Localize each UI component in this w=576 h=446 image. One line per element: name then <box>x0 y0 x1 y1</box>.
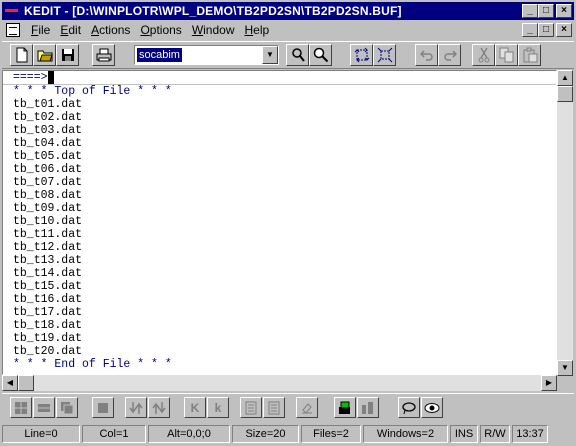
move-lines-down-icon[interactable] <box>125 397 147 418</box>
file-line[interactable]: tb_t11.dat <box>3 228 556 241</box>
left-margin-icon[interactable] <box>240 397 262 418</box>
document-window-controls: _ □ × <box>522 23 572 37</box>
zoom-icon[interactable] <box>309 44 332 66</box>
text-edit-area[interactable]: ====> * * * Top of File * * * tb_t01.dat… <box>2 70 557 375</box>
save-icon[interactable] <box>56 44 79 66</box>
uppercase-k-button[interactable]: K <box>184 397 206 418</box>
copy-icon[interactable] <box>495 44 518 66</box>
menu-help[interactable]: Help <box>240 23 275 37</box>
redo-icon[interactable] <box>438 44 461 66</box>
format-icon[interactable] <box>296 397 318 418</box>
document-system-menu-icon[interactable] <box>6 23 20 37</box>
status-windows: Windows=2 <box>363 425 448 443</box>
status-size: Size=20 <box>232 425 299 443</box>
status-alt: Alt=0,0;0 <box>148 425 230 443</box>
file-line[interactable]: tb_t18.dat <box>3 319 556 332</box>
status-files: Files=2 <box>301 425 361 443</box>
menu-bar: File Edit Actions Options Window Help _ … <box>2 21 574 39</box>
scroll-down-arrow-icon[interactable]: ▼ <box>557 360 573 376</box>
top-of-file-marker: * * * Top of File * * * <box>13 85 172 98</box>
file-line[interactable]: tb_t12.dat <box>3 241 556 254</box>
split-window-icon[interactable] <box>10 397 32 418</box>
file-line[interactable]: tb_t16.dat <box>3 293 556 306</box>
command-line[interactable]: ====> <box>3 71 556 85</box>
lasso-icon[interactable] <box>398 397 420 418</box>
doc-minimize-button[interactable]: _ <box>522 23 538 37</box>
macro-tools-icon[interactable] <box>357 397 379 418</box>
menu-edit[interactable]: Edit <box>55 23 86 37</box>
command-input[interactable]: socabim <box>137 48 182 62</box>
print-icon[interactable] <box>92 44 115 66</box>
kedit-app-icon[interactable] <box>4 4 20 18</box>
status-insert-mode: INS <box>450 425 478 443</box>
lowercase-k-button[interactable]: k <box>207 397 229 418</box>
horizontal-scrollbar[interactable]: ◀ ▶ <box>2 375 557 391</box>
window-title: KEDIT - [D:\WINPLOTR\WPL_DEMO\TB2PD2SN\T… <box>24 4 402 18</box>
scroll-right-arrow-icon[interactable]: ▶ <box>541 375 557 391</box>
doc-restore-button[interactable]: □ <box>538 23 554 37</box>
status-time: 13:37 <box>512 425 548 443</box>
tile-horizontal-icon[interactable] <box>33 397 55 418</box>
menu-file[interactable]: File <box>26 23 55 37</box>
menu-options[interactable]: Options <box>135 23 186 37</box>
stop-icon[interactable] <box>92 397 114 418</box>
view-eye-icon[interactable] <box>421 397 443 418</box>
status-access: R/W <box>480 425 510 443</box>
minimize-button[interactable]: _ <box>522 4 538 18</box>
menu-actions[interactable]: Actions <box>86 23 135 37</box>
file-line[interactable]: tb_t08.dat <box>3 189 556 202</box>
undo-icon[interactable] <box>415 44 438 66</box>
file-line[interactable]: tb_t05.dat <box>3 150 556 163</box>
expand-block-icon[interactable] <box>373 44 396 66</box>
scroll-up-arrow-icon[interactable]: ▲ <box>557 70 573 86</box>
status-col: Col=1 <box>82 425 146 443</box>
status-line: Line=0 <box>2 425 80 443</box>
horizontal-scroll-thumb[interactable] <box>18 375 34 391</box>
right-margin-icon[interactable] <box>263 397 285 418</box>
status-bar: Line=0 Col=1 Alt=0,0;0 Size=20 Files=2 W… <box>2 424 574 444</box>
title-bar: KEDIT - [D:\WINPLOTR\WPL_DEMO\TB2PD2SN\T… <box>2 2 574 20</box>
file-line[interactable]: tb_t13.dat <box>3 254 556 267</box>
file-line[interactable]: tb_t01.dat <box>3 98 556 111</box>
command-combo[interactable]: socabim ▼ <box>134 45 279 65</box>
file-line[interactable]: tb_t06.dat <box>3 163 556 176</box>
menu-window[interactable]: Window <box>187 23 240 37</box>
open-folder-icon[interactable] <box>33 44 56 66</box>
doc-close-button[interactable]: × <box>556 23 572 37</box>
file-lines: tb_t01.dat tb_t02.dat tb_t03.dat tb_t04.dat… <box>3 98 556 358</box>
text-cursor <box>47 71 55 84</box>
file-line[interactable]: tb_t04.dat <box>3 137 556 150</box>
find-icon[interactable] <box>286 44 309 66</box>
chevron-down-icon[interactable]: ▼ <box>262 46 278 64</box>
file-line[interactable]: tb_t19.dat <box>3 332 556 345</box>
bottom-toolbar: K k <box>2 393 574 421</box>
run-macro-icon[interactable] <box>334 397 356 418</box>
move-lines-up-icon[interactable] <box>148 397 170 418</box>
file-line[interactable]: tb_t17.dat <box>3 306 556 319</box>
cut-icon[interactable] <box>472 44 495 66</box>
file-line[interactable]: tb_t10.dat <box>3 215 556 228</box>
file-line[interactable]: tb_t14.dat <box>3 267 556 280</box>
window-controls: _ □ × <box>522 4 572 18</box>
maximize-button[interactable]: □ <box>538 4 554 18</box>
scroll-left-arrow-icon[interactable]: ◀ <box>2 375 18 391</box>
file-line[interactable]: tb_t03.dat <box>3 124 556 137</box>
new-file-icon[interactable] <box>10 44 33 66</box>
paste-icon[interactable] <box>518 44 541 66</box>
file-line[interactable]: tb_t07.dat <box>3 176 556 189</box>
file-line[interactable]: tb_t02.dat <box>3 111 556 124</box>
main-toolbar: socabim ▼ <box>2 41 574 69</box>
vertical-scroll-thumb[interactable] <box>557 86 573 102</box>
close-button[interactable]: × <box>556 4 572 18</box>
file-line[interactable]: tb_t20.dat <box>3 345 556 358</box>
file-line[interactable]: tb_t15.dat <box>3 280 556 293</box>
end-of-file-marker: * * * End of File * * * <box>13 358 172 371</box>
cascade-icon[interactable] <box>56 397 78 418</box>
select-block-icon[interactable] <box>350 44 373 66</box>
file-line[interactable]: tb_t09.dat <box>3 202 556 215</box>
vertical-scrollbar[interactable]: ▲ ▼ <box>557 70 573 376</box>
